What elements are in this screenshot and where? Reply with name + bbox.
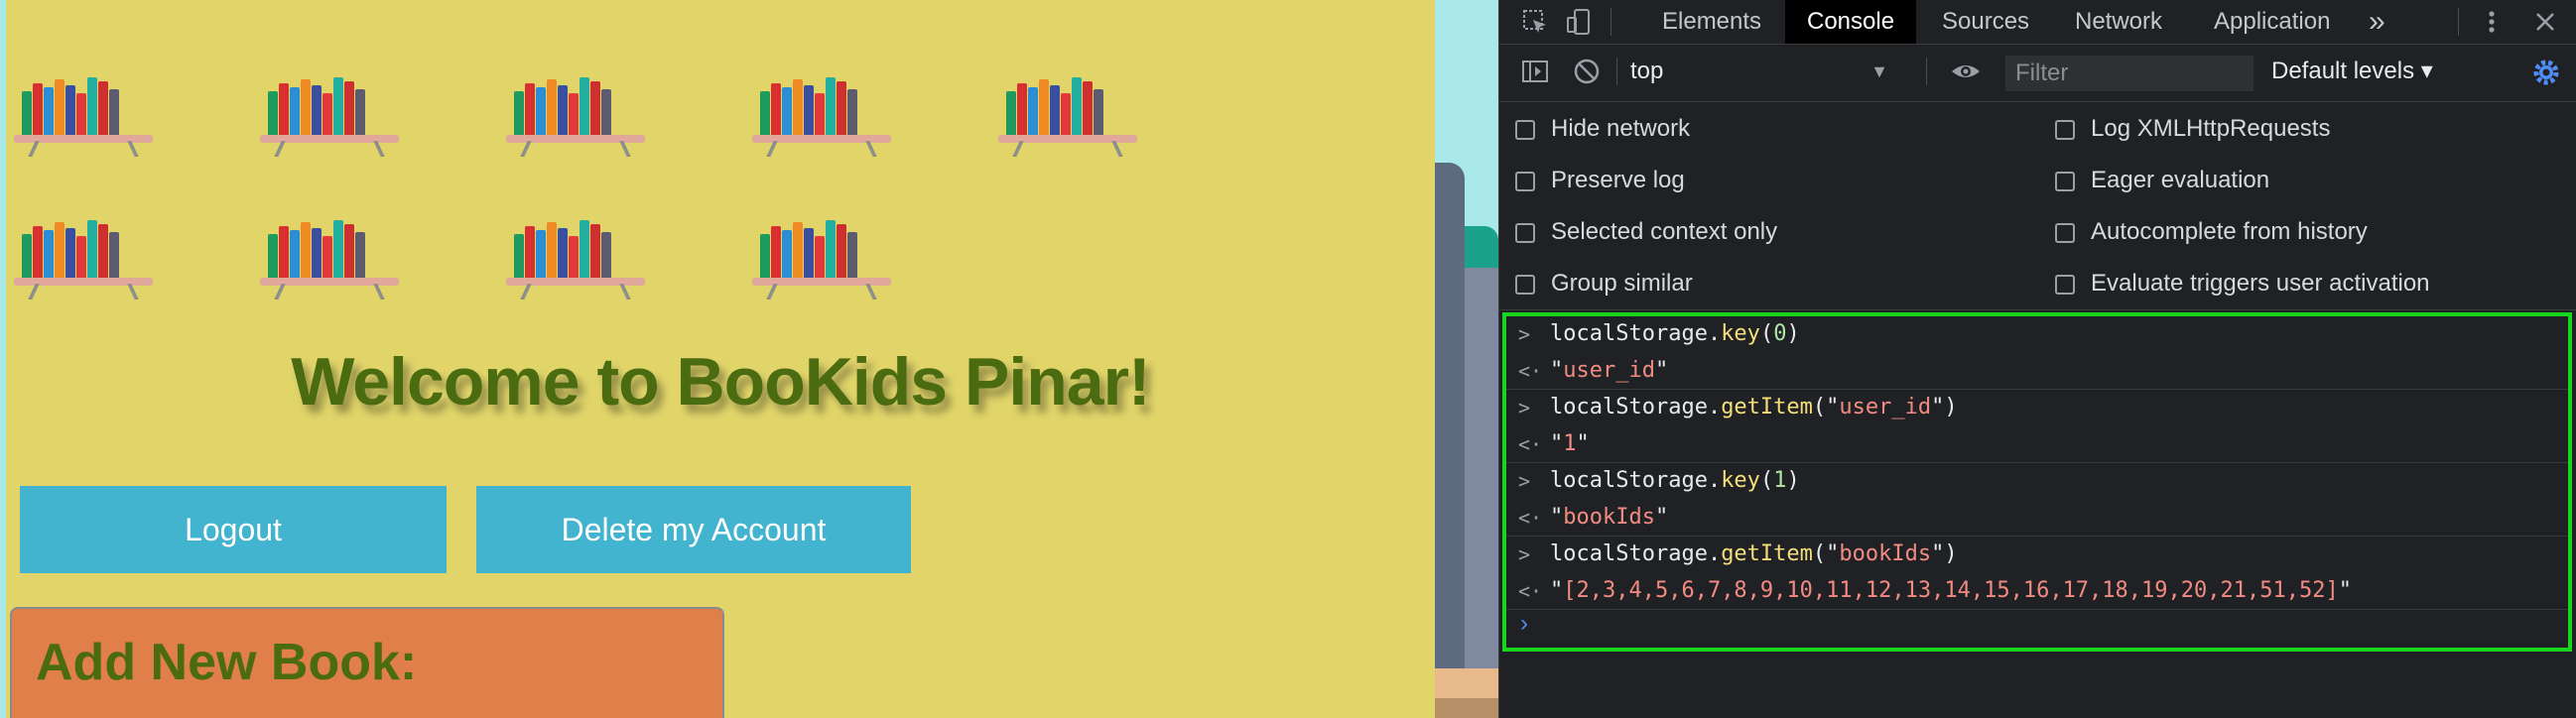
checkbox[interactable] bbox=[2055, 172, 2075, 191]
option-label: Selected context only bbox=[1551, 218, 1778, 245]
console-output-line: <· "user_id" bbox=[1506, 353, 2568, 390]
more-tabs-button[interactable]: » bbox=[2369, 0, 2385, 44]
console-input-line: > localStorage.key(0) bbox=[1518, 321, 1800, 346]
console-settings: Hide network Preserve log Selected conte… bbox=[1499, 101, 2576, 310]
web-page: Welcome to BooKids Pinar! Logout Delete … bbox=[0, 0, 1435, 718]
option-log-xhr[interactable]: Log XMLHttpRequests bbox=[2055, 111, 2330, 147]
option-eager-evaluation[interactable]: Eager evaluation bbox=[2055, 163, 2269, 198]
console-input-line: > localStorage.getItem("user_id") bbox=[1518, 395, 1958, 419]
option-label: Preserve log bbox=[1551, 167, 1685, 193]
devtools-tabbar: Elements Console Sources Network Applica… bbox=[1499, 0, 2576, 45]
console-input-line: > localStorage.key(1) bbox=[1518, 468, 1800, 493]
add-book-panel: Add New Book: bbox=[10, 607, 724, 718]
context-value: top bbox=[1630, 58, 1664, 84]
background-art bbox=[1435, 0, 1498, 718]
context-selector[interactable]: top ▼ bbox=[1630, 54, 1888, 89]
eye-icon[interactable] bbox=[1950, 58, 1980, 85]
console-output-line: <· "[2,3,4,5,6,7,8,9,10,11,12,13,14,15,16… bbox=[1506, 573, 2568, 610]
bookshelf-icon bbox=[14, 67, 153, 157]
checkbox[interactable] bbox=[2055, 223, 2075, 243]
delete-account-button[interactable]: Delete my Account bbox=[476, 486, 911, 573]
checkbox[interactable] bbox=[2055, 275, 2075, 295]
chevron-down-icon: ▼ bbox=[1870, 61, 1888, 81]
device-toggle-icon[interactable] bbox=[1565, 8, 1593, 36]
option-label: Evaluate triggers user activation bbox=[2091, 270, 2430, 297]
tab-console[interactable]: Console bbox=[1785, 0, 1917, 44]
option-label: Hide network bbox=[1551, 115, 1691, 142]
logout-button[interactable]: Logout bbox=[20, 486, 447, 573]
bookshelf-icon bbox=[752, 67, 891, 157]
option-label: Group similar bbox=[1551, 270, 1693, 297]
option-label: Autocomplete from history bbox=[2091, 218, 2368, 245]
console-output[interactable]: > localStorage.key(0) <· "user_id" > localSto… bbox=[1502, 312, 2572, 652]
option-label: Eager evaluation bbox=[2091, 167, 2270, 193]
console-input-line: > localStorage.getItem("bookIds") bbox=[1518, 541, 1958, 566]
log-levels-dropdown[interactable]: Default levels ▾ bbox=[2271, 54, 2433, 89]
option-hide-network[interactable]: Hide network bbox=[1515, 111, 1690, 147]
settings-gear-icon[interactable] bbox=[2531, 58, 2559, 85]
bookshelf-icon bbox=[998, 67, 1137, 157]
option-preserve-log[interactable]: Preserve log bbox=[1515, 163, 1685, 198]
close-icon[interactable] bbox=[2531, 8, 2559, 36]
tab-network[interactable]: Network bbox=[2075, 0, 2162, 44]
bookshelf-icon bbox=[506, 210, 645, 299]
welcome-heading: Welcome to BooKids Pinar! bbox=[291, 344, 1150, 419]
inspect-icon[interactable] bbox=[1521, 8, 1549, 36]
option-selected-context[interactable]: Selected context only bbox=[1515, 214, 1777, 250]
tab-elements[interactable]: Elements bbox=[1662, 0, 1761, 44]
console-toolbar: top ▼ Default levels ▾ bbox=[1499, 44, 2576, 102]
devtools-panel: Elements Console Sources Network Applica… bbox=[1498, 0, 2576, 718]
checkbox[interactable] bbox=[1515, 223, 1535, 243]
clear-console-icon[interactable] bbox=[1573, 58, 1601, 85]
add-book-title: Add New Book: bbox=[36, 634, 418, 691]
filter-input[interactable] bbox=[2005, 56, 2254, 91]
sidebar-toggle-icon[interactable] bbox=[1521, 58, 1549, 85]
option-label: Log XMLHttpRequests bbox=[2091, 115, 2331, 142]
checkbox[interactable] bbox=[2055, 120, 2075, 140]
tab-application[interactable]: Application bbox=[2214, 0, 2330, 44]
bookshelf-icon bbox=[260, 67, 399, 157]
console-output-line: <· "bookIds" bbox=[1506, 500, 2568, 537]
checkbox[interactable] bbox=[1515, 172, 1535, 191]
checkbox[interactable] bbox=[1515, 120, 1535, 140]
bookshelf-icon bbox=[14, 210, 153, 299]
option-group-similar[interactable]: Group similar bbox=[1515, 266, 1693, 301]
tab-sources[interactable]: Sources bbox=[1942, 0, 2029, 44]
option-evaluate-triggers[interactable]: Evaluate triggers user activation bbox=[2055, 266, 2430, 301]
console-prompt[interactable]: › bbox=[1520, 610, 1528, 638]
option-autocomplete-history[interactable]: Autocomplete from history bbox=[2055, 214, 2368, 250]
kebab-menu-icon[interactable] bbox=[2478, 8, 2506, 36]
checkbox[interactable] bbox=[1515, 275, 1535, 295]
console-output-line: <· "1" bbox=[1506, 426, 2568, 463]
bookshelf-icon bbox=[260, 210, 399, 299]
bookshelf-icon bbox=[506, 67, 645, 157]
bookshelf-icon bbox=[752, 210, 891, 299]
